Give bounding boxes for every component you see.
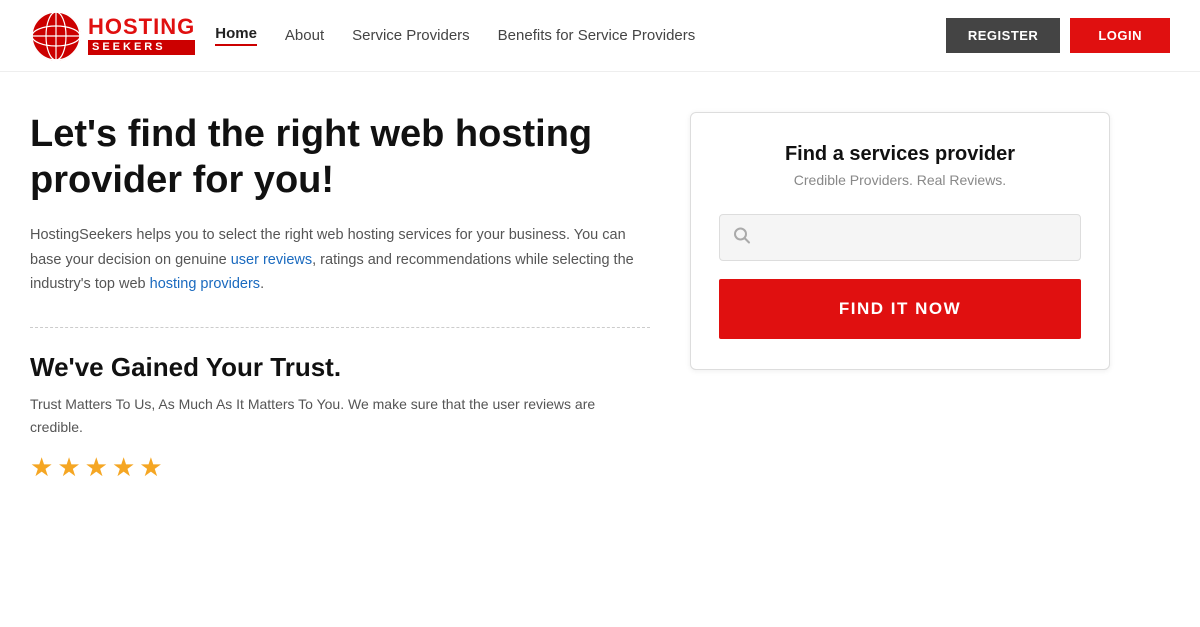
left-section: Let's find the right web hosting provide… [30, 112, 650, 483]
star-4: ★ [112, 452, 135, 483]
login-button[interactable]: LOGIN [1070, 18, 1170, 53]
card-title: Find a services provider [719, 143, 1081, 166]
main-content: Let's find the right web hosting provide… [0, 72, 1200, 513]
star-3: ★ [85, 452, 108, 483]
nav-home[interactable]: Home [215, 25, 257, 46]
globe-icon [30, 10, 82, 62]
search-input-wrapper [719, 214, 1081, 261]
logo: HOSTING SEEKERS [30, 10, 195, 62]
star-1: ★ [30, 452, 53, 483]
trust-description: Trust Matters To Us, As Much As It Matte… [30, 393, 650, 438]
card-subtitle: Credible Providers. Real Reviews. [719, 172, 1081, 188]
section-divider [30, 327, 650, 328]
star-rating: ★ ★ ★ ★ ★ [30, 452, 650, 483]
main-nav: Home About Service Providers Benefits fo… [215, 25, 695, 46]
logo-seekers: SEEKERS [88, 40, 195, 55]
nav-service-providers[interactable]: Service Providers [352, 27, 470, 44]
header-actions: REGISTER LOGIN [946, 18, 1170, 53]
nav-benefits[interactable]: Benefits for Service Providers [498, 27, 696, 44]
hero-description: HostingSeekers helps you to select the r… [30, 223, 650, 297]
logo-text: HOSTING SEEKERS [88, 16, 195, 55]
hosting-providers-link[interactable]: hosting providers [150, 276, 260, 292]
logo-hosting: HOSTING [88, 16, 195, 38]
user-reviews-link[interactable]: user reviews [231, 252, 312, 268]
right-section: Find a services provider Credible Provid… [690, 112, 1110, 483]
search-icon [733, 226, 751, 249]
trust-title: We've Gained Your Trust. [30, 352, 650, 383]
hero-title: Let's find the right web hosting provide… [30, 112, 650, 203]
nav-about[interactable]: About [285, 27, 324, 44]
register-button[interactable]: REGISTER [946, 18, 1060, 53]
search-card: Find a services provider Credible Provid… [690, 112, 1110, 370]
star-2: ★ [57, 452, 80, 483]
find-it-now-button[interactable]: FIND IT NOW [719, 279, 1081, 339]
star-5: ★ [139, 452, 162, 483]
search-input[interactable] [719, 214, 1081, 261]
